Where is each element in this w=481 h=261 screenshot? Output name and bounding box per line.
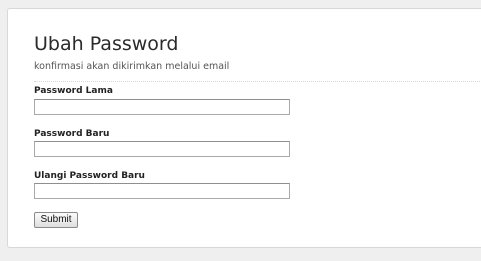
submit-button[interactable]: Submit [34,212,78,228]
new-password-input[interactable] [34,141,290,157]
change-password-panel: Ubah Password konfirmasi akan dikirimkan… [7,8,481,248]
confirm-password-input[interactable] [34,183,290,199]
page-title: Ubah Password [34,33,179,55]
confirm-password-label: Ulangi Password Baru [34,171,145,181]
old-password-input[interactable] [34,99,290,115]
divider [34,81,481,82]
page-subtitle: konfirmasi akan dikirimkan melalui email [34,61,230,72]
old-password-label: Password Lama [34,86,113,96]
new-password-label: Password Baru [34,129,110,139]
